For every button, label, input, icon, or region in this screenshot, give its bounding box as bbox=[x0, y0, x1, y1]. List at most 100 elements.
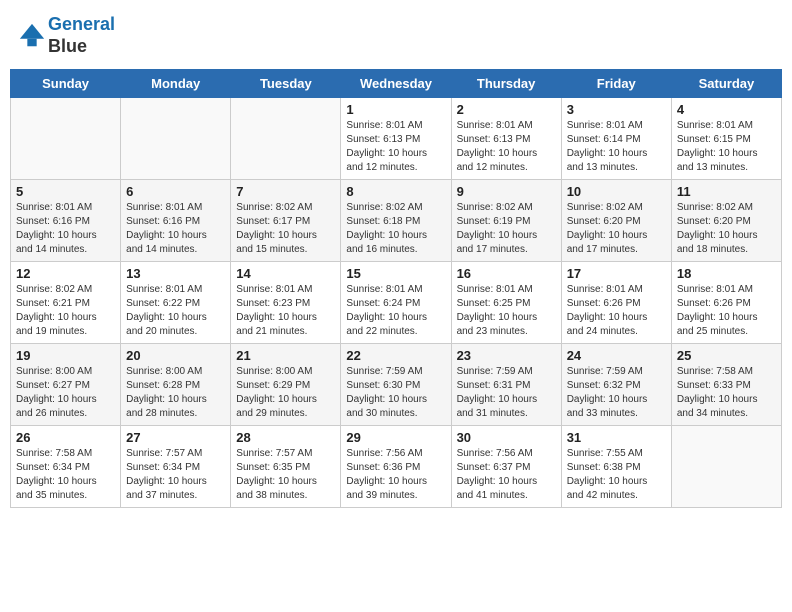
day-of-week-header: Tuesday bbox=[231, 70, 341, 98]
day-number: 27 bbox=[126, 430, 225, 445]
calendar-cell bbox=[231, 98, 341, 180]
day-of-week-header: Wednesday bbox=[341, 70, 451, 98]
calendar-cell: 22 Sunrise: 7:59 AM Sunset: 6:30 PM Dayli… bbox=[341, 344, 451, 426]
day-info: Sunrise: 8:01 AM Sunset: 6:16 PM Dayligh… bbox=[16, 201, 115, 257]
calendar-cell: 3 Sunrise: 8:01 AM Sunset: 6:14 PM Daylig… bbox=[561, 98, 671, 180]
calendar-week-row: 26Sunrise: 7:58 AM Sunset: 6:34 PM Dayli… bbox=[11, 426, 782, 508]
calendar-week-row: 19 Sunrise: 8:00 AM Sunset: 6:27 PM Dayli… bbox=[11, 344, 782, 426]
day-info: Sunrise: 8:01 AM Sunset: 6:25 PM Dayligh… bbox=[457, 283, 556, 339]
day-info: Sunrise: 8:02 AM Sunset: 6:19 PM Dayligh… bbox=[457, 201, 556, 257]
day-number: 22 bbox=[346, 348, 445, 363]
logo-icon bbox=[18, 22, 46, 50]
day-number: 7 bbox=[236, 184, 335, 199]
calendar-header-row: SundayMondayTuesdayWednesdayThursdayFrid… bbox=[11, 70, 782, 98]
calendar-week-row: 1 Sunrise: 8:01 AM Sunset: 6:13 PM Daylig… bbox=[11, 98, 782, 180]
day-info: Sunrise: 7:55 AM Sunset: 6:38 PM Dayligh… bbox=[567, 447, 666, 503]
day-info: Sunrise: 8:01 AM Sunset: 6:13 PM Dayligh… bbox=[457, 119, 556, 175]
calendar-cell: 7Sunrise: 8:02 AM Sunset: 6:17 PM Daylig… bbox=[231, 180, 341, 262]
day-number: 18 bbox=[677, 266, 776, 281]
day-info: Sunrise: 8:01 AM Sunset: 6:22 PM Dayligh… bbox=[126, 283, 225, 339]
day-info: Sunrise: 8:01 AM Sunset: 6:26 PM Dayligh… bbox=[677, 283, 776, 339]
calendar-cell bbox=[671, 426, 781, 508]
day-number: 10 bbox=[567, 184, 666, 199]
calendar-cell: 30 Sunrise: 7:56 AM Sunset: 6:37 PM Dayli… bbox=[451, 426, 561, 508]
day-number: 9 bbox=[457, 184, 556, 199]
day-number: 20 bbox=[126, 348, 225, 363]
day-number: 21 bbox=[236, 348, 335, 363]
day-number: 1 bbox=[346, 102, 445, 117]
calendar-cell: 21 Sunrise: 8:00 AM Sunset: 6:29 PM Dayli… bbox=[231, 344, 341, 426]
day-info: Sunrise: 7:59 AM Sunset: 6:30 PM Dayligh… bbox=[346, 365, 445, 421]
day-number: 28 bbox=[236, 430, 335, 445]
calendar-cell: 31 Sunrise: 7:55 AM Sunset: 6:38 PM Dayli… bbox=[561, 426, 671, 508]
calendar-cell: 16Sunrise: 8:01 AM Sunset: 6:25 PM Dayli… bbox=[451, 262, 561, 344]
day-number: 6 bbox=[126, 184, 225, 199]
day-number: 24 bbox=[567, 348, 666, 363]
day-info: Sunrise: 7:59 AM Sunset: 6:32 PM Dayligh… bbox=[567, 365, 666, 421]
day-number: 14 bbox=[236, 266, 335, 281]
day-number: 12 bbox=[16, 266, 115, 281]
day-info: Sunrise: 8:02 AM Sunset: 6:18 PM Dayligh… bbox=[346, 201, 445, 257]
day-number: 26 bbox=[16, 430, 115, 445]
calendar-cell: 5 Sunrise: 8:01 AM Sunset: 6:16 PM Daylig… bbox=[11, 180, 121, 262]
calendar-cell: 9 Sunrise: 8:02 AM Sunset: 6:19 PM Daylig… bbox=[451, 180, 561, 262]
day-number: 19 bbox=[16, 348, 115, 363]
calendar-table: SundayMondayTuesdayWednesdayThursdayFrid… bbox=[10, 69, 782, 508]
day-info: Sunrise: 8:01 AM Sunset: 6:26 PM Dayligh… bbox=[567, 283, 666, 339]
calendar-week-row: 5 Sunrise: 8:01 AM Sunset: 6:16 PM Daylig… bbox=[11, 180, 782, 262]
page-header: General Blue bbox=[10, 10, 782, 61]
day-number: 30 bbox=[457, 430, 556, 445]
day-number: 15 bbox=[346, 266, 445, 281]
calendar-cell: 18 Sunrise: 8:01 AM Sunset: 6:26 PM Dayli… bbox=[671, 262, 781, 344]
day-number: 23 bbox=[457, 348, 556, 363]
calendar-cell: 27 Sunrise: 7:57 AM Sunset: 6:34 PM Dayli… bbox=[121, 426, 231, 508]
calendar-cell: 6Sunrise: 8:01 AM Sunset: 6:16 PM Daylig… bbox=[121, 180, 231, 262]
day-number: 11 bbox=[677, 184, 776, 199]
day-of-week-header: Monday bbox=[121, 70, 231, 98]
calendar-cell: 17 Sunrise: 8:01 AM Sunset: 6:26 PM Dayli… bbox=[561, 262, 671, 344]
calendar-cell bbox=[11, 98, 121, 180]
day-info: Sunrise: 8:01 AM Sunset: 6:24 PM Dayligh… bbox=[346, 283, 445, 339]
day-number: 5 bbox=[16, 184, 115, 199]
calendar-cell: 8 Sunrise: 8:02 AM Sunset: 6:18 PM Daylig… bbox=[341, 180, 451, 262]
calendar-cell bbox=[121, 98, 231, 180]
logo-text: General Blue bbox=[48, 14, 115, 57]
day-number: 4 bbox=[677, 102, 776, 117]
day-info: Sunrise: 8:01 AM Sunset: 6:14 PM Dayligh… bbox=[567, 119, 666, 175]
day-number: 31 bbox=[567, 430, 666, 445]
day-info: Sunrise: 8:01 AM Sunset: 6:13 PM Dayligh… bbox=[346, 119, 445, 175]
day-number: 2 bbox=[457, 102, 556, 117]
calendar-week-row: 12Sunrise: 8:02 AM Sunset: 6:21 PM Dayli… bbox=[11, 262, 782, 344]
logo: General Blue bbox=[18, 14, 115, 57]
day-of-week-header: Friday bbox=[561, 70, 671, 98]
calendar-cell: 1 Sunrise: 8:01 AM Sunset: 6:13 PM Daylig… bbox=[341, 98, 451, 180]
calendar-cell: 23 Sunrise: 7:59 AM Sunset: 6:31 PM Dayli… bbox=[451, 344, 561, 426]
calendar-cell: 19 Sunrise: 8:00 AM Sunset: 6:27 PM Dayli… bbox=[11, 344, 121, 426]
calendar-body: 1 Sunrise: 8:01 AM Sunset: 6:13 PM Daylig… bbox=[11, 98, 782, 508]
day-info: Sunrise: 7:59 AM Sunset: 6:31 PM Dayligh… bbox=[457, 365, 556, 421]
day-info: Sunrise: 8:00 AM Sunset: 6:27 PM Dayligh… bbox=[16, 365, 115, 421]
calendar-cell: 15 Sunrise: 8:01 AM Sunset: 6:24 PM Dayli… bbox=[341, 262, 451, 344]
calendar-cell: 12Sunrise: 8:02 AM Sunset: 6:21 PM Dayli… bbox=[11, 262, 121, 344]
calendar-cell: 24 Sunrise: 7:59 AM Sunset: 6:32 PM Dayli… bbox=[561, 344, 671, 426]
calendar-cell: 20Sunrise: 8:00 AM Sunset: 6:28 PM Dayli… bbox=[121, 344, 231, 426]
day-info: Sunrise: 8:02 AM Sunset: 6:20 PM Dayligh… bbox=[567, 201, 666, 257]
day-info: Sunrise: 8:02 AM Sunset: 6:20 PM Dayligh… bbox=[677, 201, 776, 257]
day-number: 17 bbox=[567, 266, 666, 281]
day-number: 13 bbox=[126, 266, 225, 281]
calendar-cell: 26Sunrise: 7:58 AM Sunset: 6:34 PM Dayli… bbox=[11, 426, 121, 508]
day-info: Sunrise: 7:56 AM Sunset: 6:37 PM Dayligh… bbox=[457, 447, 556, 503]
day-info: Sunrise: 7:56 AM Sunset: 6:36 PM Dayligh… bbox=[346, 447, 445, 503]
day-info: Sunrise: 7:57 AM Sunset: 6:34 PM Dayligh… bbox=[126, 447, 225, 503]
calendar-cell: 28Sunrise: 7:57 AM Sunset: 6:35 PM Dayli… bbox=[231, 426, 341, 508]
day-info: Sunrise: 8:01 AM Sunset: 6:23 PM Dayligh… bbox=[236, 283, 335, 339]
day-number: 8 bbox=[346, 184, 445, 199]
calendar-cell: 4Sunrise: 8:01 AM Sunset: 6:15 PM Daylig… bbox=[671, 98, 781, 180]
day-info: Sunrise: 8:00 AM Sunset: 6:29 PM Dayligh… bbox=[236, 365, 335, 421]
calendar-cell: 14 Sunrise: 8:01 AM Sunset: 6:23 PM Dayli… bbox=[231, 262, 341, 344]
day-of-week-header: Thursday bbox=[451, 70, 561, 98]
calendar-cell: 25Sunrise: 7:58 AM Sunset: 6:33 PM Dayli… bbox=[671, 344, 781, 426]
day-info: Sunrise: 7:58 AM Sunset: 6:33 PM Dayligh… bbox=[677, 365, 776, 421]
calendar-cell: 29Sunrise: 7:56 AM Sunset: 6:36 PM Dayli… bbox=[341, 426, 451, 508]
day-number: 3 bbox=[567, 102, 666, 117]
